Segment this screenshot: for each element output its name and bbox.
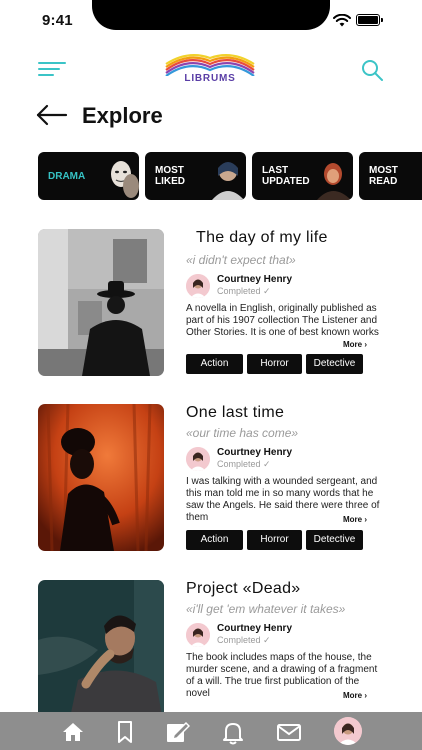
logo-text: LIBRUMS <box>184 73 236 84</box>
tag-horror[interactable]: Horror <box>247 354 302 374</box>
more-link[interactable]: More › <box>343 691 367 700</box>
author-row[interactable]: Courtney Henry Completed ✓ <box>186 447 416 471</box>
profile-avatar[interactable] <box>334 717 362 745</box>
more-link[interactable]: More › <box>343 515 367 524</box>
book-title[interactable]: One last time <box>186 404 416 422</box>
category-most-read[interactable]: MOST READ <box>359 152 422 200</box>
drama-mask-icon <box>111 161 139 198</box>
more-link[interactable]: More › <box>343 340 367 349</box>
tag-detective[interactable]: Detective <box>306 530 363 550</box>
category-most-liked[interactable]: MOST LIKED <box>145 152 246 200</box>
author-name: Courtney Henry <box>217 274 293 285</box>
book-cover-image[interactable] <box>38 580 164 727</box>
wifi-icon <box>333 14 351 27</box>
book-cover-image[interactable] <box>38 229 164 376</box>
book-card[interactable]: Project «Dead» «i'll get 'em whatever it… <box>38 580 422 730</box>
bottom-navigation <box>0 712 422 750</box>
book-info: The day of my life <box>196 229 422 247</box>
tag-action[interactable]: Action <box>186 530 243 550</box>
author-name: Courtney Henry <box>217 447 293 458</box>
tag-list: Action Horror Detective <box>186 530 363 550</box>
tag-horror[interactable]: Horror <box>247 530 302 550</box>
device-notch <box>92 0 330 30</box>
book-card[interactable]: One last time «our time has come» Courtn… <box>38 404 422 554</box>
category-last-updated[interactable]: LAST UPDATED <box>252 152 353 200</box>
book-details: «i didn't expect that» Courtney Henry Co… <box>186 249 416 351</box>
completed-status: Completed ✓ <box>217 459 271 469</box>
category-label: MOST READ <box>369 165 398 187</box>
book-info: One last time «our time has come» Courtn… <box>186 404 416 524</box>
tag-detective[interactable]: Detective <box>306 354 363 374</box>
book-title[interactable]: Project «Dead» <box>186 580 416 598</box>
book-info: Project «Dead» «i'll get 'em whatever it… <box>186 580 416 700</box>
book-title[interactable]: The day of my life <box>196 229 422 247</box>
author-row[interactable]: Courtney Henry Completed ✓ <box>186 274 416 298</box>
arrow-left-icon[interactable] <box>36 104 68 126</box>
search-icon[interactable] <box>360 58 384 82</box>
book-quote: «our time has come» <box>186 426 299 440</box>
portrait-thumbnail-icon <box>212 162 244 200</box>
book-quote: «i didn't expect that» <box>186 253 296 267</box>
category-drama[interactable]: DRAMA <box>38 152 139 200</box>
author-row[interactable]: Courtney Henry Completed ✓ <box>186 623 416 647</box>
portrait-thumbnail-icon <box>317 163 351 200</box>
app-logo: LIBRUMS <box>162 52 258 88</box>
completed-status: Completed ✓ <box>217 635 271 645</box>
home-icon[interactable] <box>60 719 86 745</box>
bookmark-icon[interactable] <box>112 719 138 745</box>
bell-icon[interactable] <box>220 719 246 745</box>
tag-list: Action Horror Detective <box>186 354 363 374</box>
battery-icon <box>356 14 383 26</box>
status-time: 9:41 <box>42 12 73 29</box>
page-title: Explore <box>82 103 163 128</box>
book-card[interactable]: The day of my life «i didn't expect that… <box>38 229 422 379</box>
avatar <box>186 447 210 471</box>
avatar <box>186 274 210 298</box>
menu-icon[interactable] <box>38 60 68 78</box>
author-name: Courtney Henry <box>217 623 293 634</box>
book-quote: «i'll get 'em whatever it takes» <box>186 602 346 616</box>
mail-icon[interactable] <box>276 719 302 745</box>
avatar <box>186 623 210 647</box>
edit-icon[interactable] <box>164 719 190 745</box>
category-carousel[interactable]: DRAMA MOST LIKED LAST UPDATED MOST READ <box>38 152 422 200</box>
book-cover-image[interactable] <box>38 404 164 551</box>
completed-status: Completed ✓ <box>217 286 271 296</box>
status-bar: 9:41 <box>0 0 422 44</box>
tag-action[interactable]: Action <box>186 354 243 374</box>
